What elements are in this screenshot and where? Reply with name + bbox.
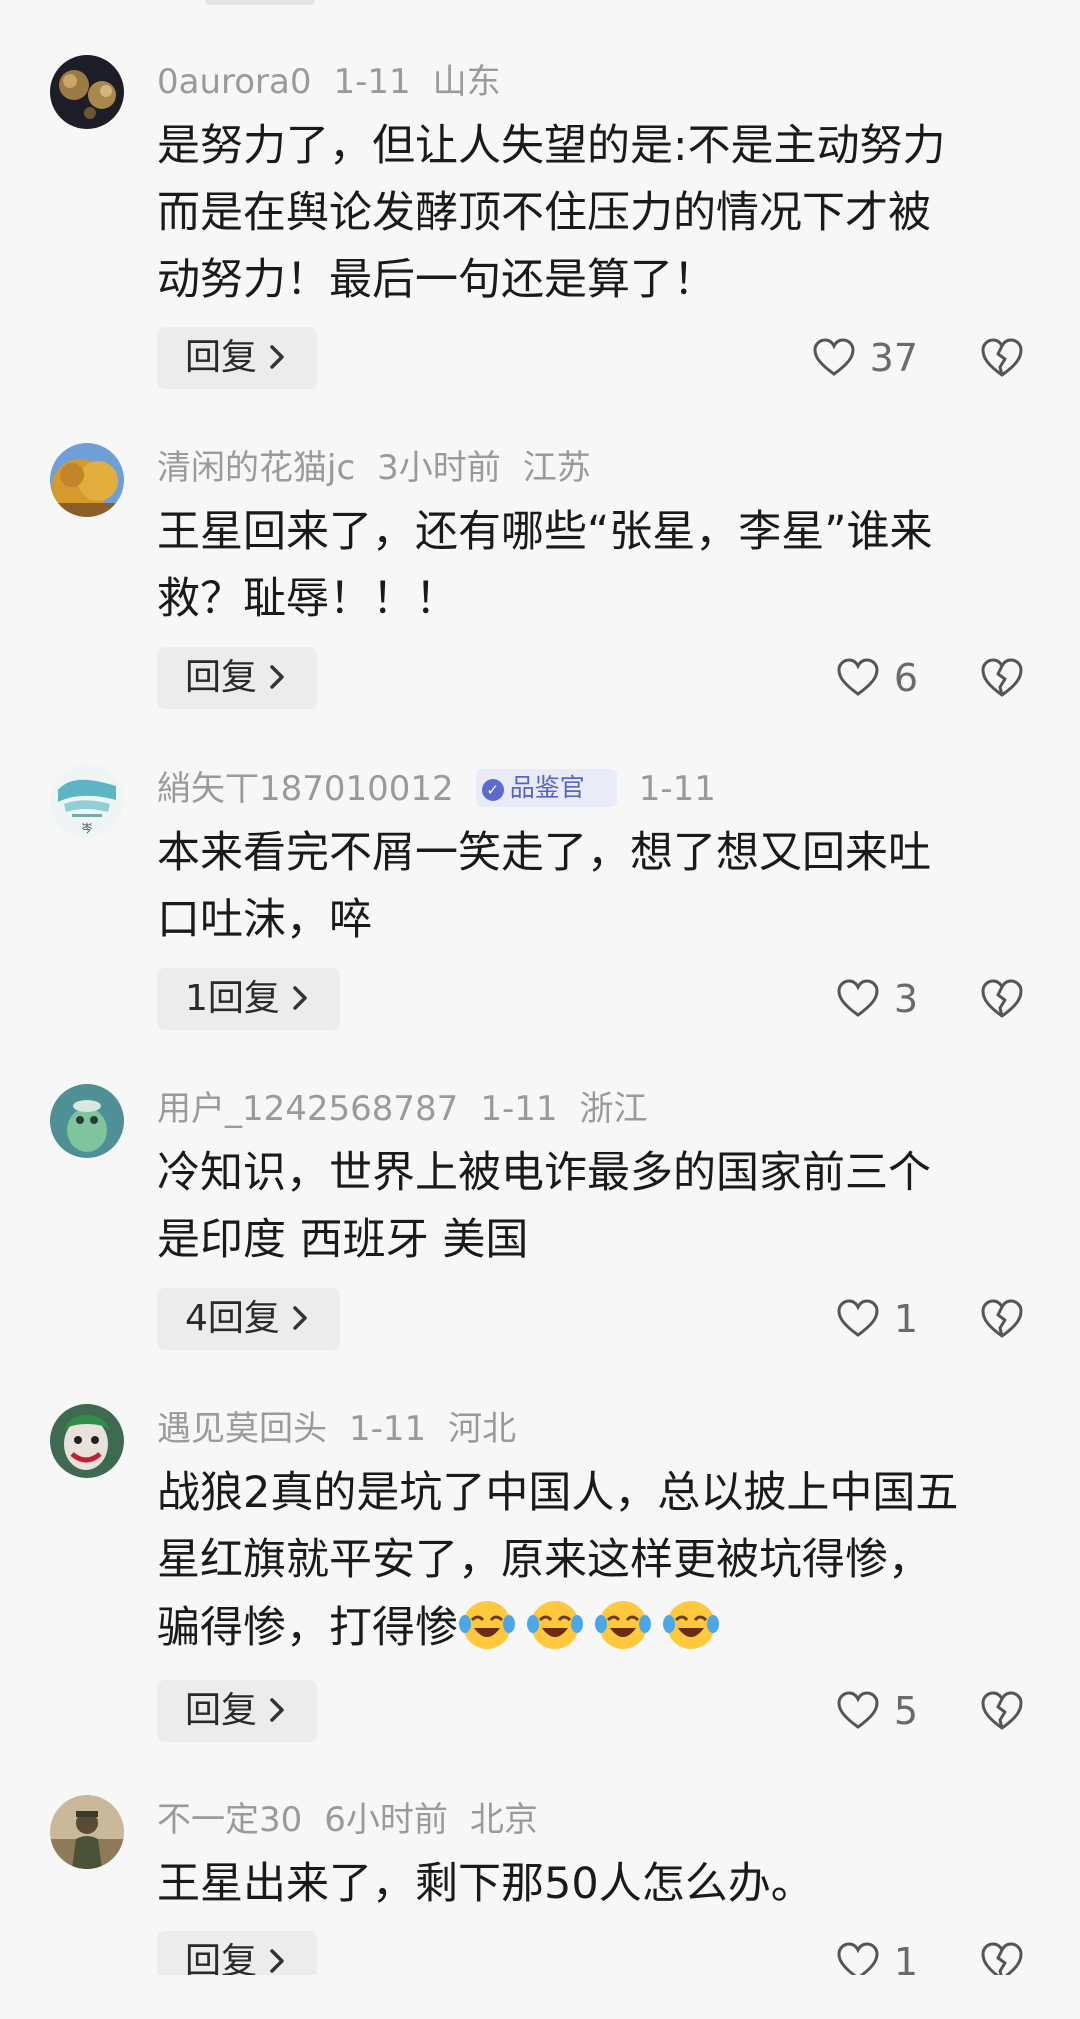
comment-location: 北京	[469, 1800, 538, 1840]
username[interactable]: 不一定30	[157, 1800, 302, 1840]
avatar[interactable]	[50, 443, 124, 517]
laughing-tears-emoji-icon	[459, 1601, 515, 1649]
comment-location: 江苏	[522, 448, 591, 488]
heart-icon	[813, 338, 855, 376]
reply-count: 1	[185, 978, 208, 1019]
comment-line: 战狼2真的是坑了中国人，总以披上中国五	[157, 1468, 959, 1518]
like-button[interactable]: 1	[836, 1288, 918, 1350]
comment-line: 骗得惨，打得惨	[157, 1603, 458, 1653]
like-count: 5	[893, 1689, 918, 1733]
badge-label: 品鉴官	[509, 772, 585, 802]
comment-line: 救？耻辱！！！	[157, 574, 458, 624]
avatar[interactable]: 岑	[50, 764, 124, 838]
comment-line-with-emoji: 骗得惨，打得惨	[157, 1594, 1037, 1662]
laughing-tears-emoji-icon	[527, 1601, 583, 1649]
comment-line: 口吐沫，啐	[157, 895, 372, 945]
top-edge	[0, 0, 1080, 10]
comment-text[interactable]: 战狼2真的是坑了中国人，总以披上中国五 星红旗就平安了，原来这样更被坑得惨， 骗…	[157, 1460, 1037, 1662]
like-button[interactable]: 6	[836, 647, 918, 709]
comment-text[interactable]: 王星出来了，剩下那50人怎么办。	[157, 1851, 1037, 1918]
broken-heart-icon[interactable]	[980, 1690, 1024, 1732]
laughing-tears-emoji-icon	[595, 1601, 651, 1649]
like-button[interactable]: 5	[836, 1680, 918, 1742]
like-count: 6	[893, 656, 918, 700]
comment-meta: 綃矢丅187010012 ✓ 品鉴官 1-11	[157, 764, 738, 814]
comment-line: 王星回来了，还有哪些“张星，李星”谁来	[157, 507, 933, 557]
username[interactable]: 遇见莫回头	[157, 1409, 327, 1449]
verified-check-icon: ✓	[481, 778, 504, 801]
like-button[interactable]: 3	[836, 968, 918, 1030]
comment-date: 1-11	[349, 1409, 427, 1449]
username[interactable]: 0aurora0	[157, 62, 312, 102]
chevron-right-icon	[270, 345, 284, 369]
reply-button[interactable]: 回复	[157, 647, 318, 709]
reply-label: 回复	[185, 657, 258, 698]
avatar[interactable]	[50, 1404, 124, 1478]
reply-label: 回复	[207, 978, 280, 1019]
heart-icon	[837, 1691, 879, 1729]
comment-line: 而是在舆论发酵顶不住压力的情况下才被	[157, 188, 931, 238]
comment-line: 星红旗就平安了，原来这样更被坑得惨，	[157, 1535, 931, 1585]
heart-icon	[837, 658, 879, 696]
reviewer-badge[interactable]: ✓ 品鉴官	[475, 768, 617, 807]
comment-line: 冷知识，世界上被电诈最多的国家前三个	[157, 1148, 931, 1198]
comment-location: 河北	[448, 1409, 517, 1449]
broken-heart-icon[interactable]	[980, 1298, 1024, 1340]
comment-meta: 遇见莫回头 1-11 河北	[157, 1404, 538, 1454]
comment-text[interactable]: 本来看完不屑一笑走了，想了想又回来吐 口吐沫，啐	[157, 820, 1037, 954]
like-count: 37	[869, 336, 918, 380]
username[interactable]: 綃矢丅187010012	[157, 769, 454, 809]
comment-text[interactable]: 是努力了，但让人失望的是:不是主动努力 而是在舆论发酵顶不住压力的情况下才被 动…	[157, 113, 1037, 314]
comment-text[interactable]: 王星回来了，还有哪些“张星，李星”谁来 救？耻辱！！！	[157, 499, 1037, 633]
reply-label: 回复	[185, 1690, 258, 1731]
reply-label: 回复	[185, 337, 258, 378]
comment-date: 6小时前	[324, 1800, 448, 1840]
scroll-nub	[205, 0, 315, 5]
comment-text[interactable]: 冷知识，世界上被电诈最多的国家前三个 是印度 西班牙 美国	[157, 1140, 1037, 1274]
comment-meta: 不一定30 6小时前 北京	[157, 1795, 560, 1845]
comment-line: 是印度 西班牙 美国	[157, 1215, 529, 1265]
reply-button[interactable]: 4回复	[157, 1288, 340, 1350]
chevron-right-icon	[293, 986, 307, 1010]
laughing-tears-emoji-icon	[663, 1601, 719, 1649]
username[interactable]: 清闲的花猫jc	[157, 448, 355, 488]
comment-line: 本来看完不屑一笑走了，想了想又回来吐	[157, 828, 931, 878]
reply-button[interactable]: 回复	[157, 327, 318, 389]
comment-line: 是努力了，但让人失望的是:不是主动努力	[157, 121, 946, 171]
like-count: 1	[893, 1297, 918, 1341]
comment-date: 3小时前	[377, 448, 501, 488]
comment-meta: 用户_1242568787 1-11 浙江	[157, 1084, 670, 1134]
comment-meta: 清闲的花猫jc 3小时前 江苏	[157, 443, 613, 493]
comment-meta: 0aurora0 1-11 山东	[157, 57, 523, 107]
comment-line: 动努力！最后一句还是算了！	[157, 255, 716, 305]
comment-date: 1-11	[480, 1089, 558, 1129]
comment-location: 浙江	[579, 1089, 648, 1129]
reply-count: 4	[185, 1298, 208, 1339]
avatar[interactable]	[50, 1795, 124, 1869]
comment-date: 1-11	[333, 62, 411, 102]
heart-icon	[837, 979, 879, 1017]
like-count: 3	[893, 977, 918, 1021]
bottom-crop-edge	[0, 1975, 1080, 2019]
avatar[interactable]	[50, 55, 124, 129]
reply-button[interactable]: 回复	[157, 1680, 318, 1742]
heart-icon	[837, 1299, 879, 1337]
username[interactable]: 用户_1242568787	[157, 1089, 458, 1129]
avatar[interactable]	[50, 1084, 124, 1158]
broken-heart-icon[interactable]	[980, 657, 1024, 699]
chevron-right-icon	[270, 1698, 284, 1722]
svg-text:岑: 岑	[82, 822, 93, 835]
reply-button[interactable]: 1回复	[157, 968, 340, 1030]
comment-date: 1-11	[638, 769, 716, 809]
chevron-right-icon	[270, 665, 284, 689]
comment-location: 山东	[432, 62, 501, 102]
broken-heart-icon[interactable]	[980, 337, 1024, 379]
chevron-right-icon	[270, 1949, 284, 1973]
comment-line: 王星出来了，剩下那50人怎么办。	[157, 1859, 814, 1909]
like-button[interactable]: 37	[812, 327, 918, 389]
broken-heart-icon[interactable]	[980, 978, 1024, 1020]
chevron-right-icon	[293, 1306, 307, 1330]
reply-label: 回复	[207, 1298, 280, 1339]
